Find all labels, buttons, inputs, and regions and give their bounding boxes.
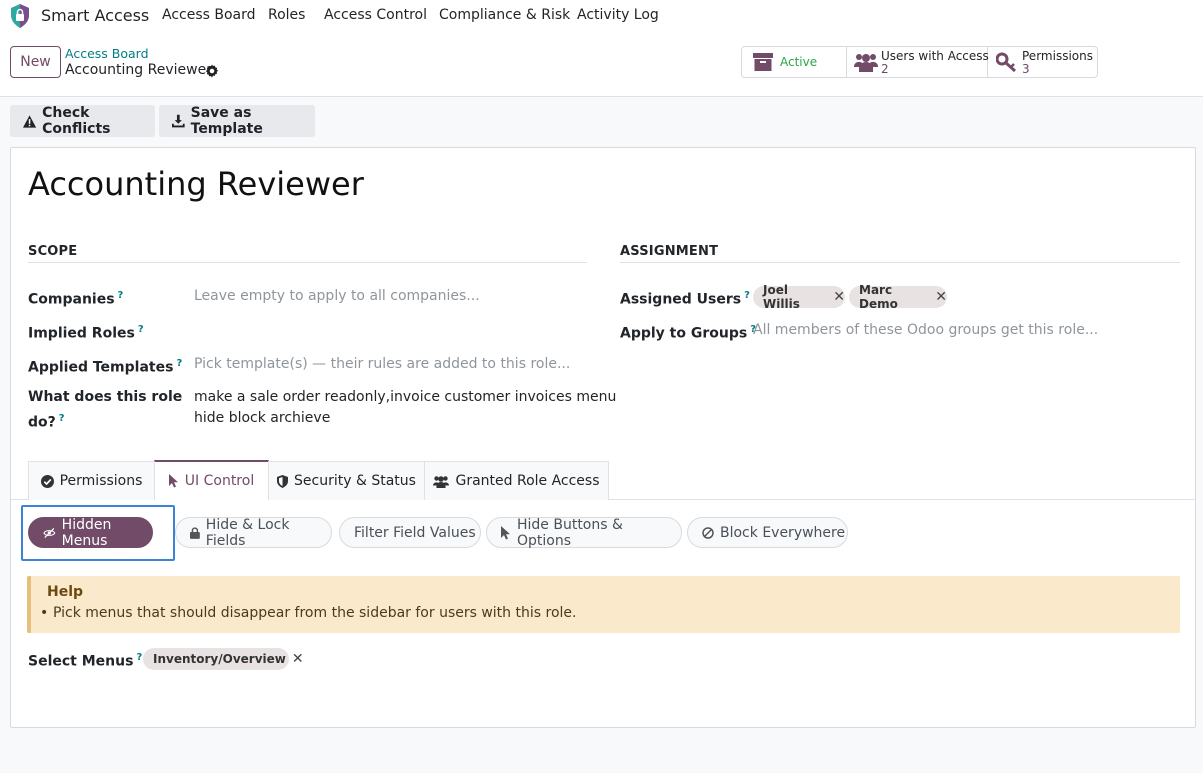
stat-active-label: Active bbox=[780, 55, 818, 69]
gear-icon[interactable] bbox=[205, 64, 219, 78]
user-tag: Joel Willis ✕ bbox=[753, 283, 845, 311]
implied-roles-label: Implied Roles? bbox=[28, 324, 144, 342]
tab-permissions-label: Permissions bbox=[59, 473, 143, 489]
pill-hide-lock-fields-label: Hide & Lock Fields bbox=[205, 516, 290, 549]
help-tooltip-icon[interactable]: ? bbox=[138, 324, 144, 335]
help-tooltip-icon[interactable]: ? bbox=[59, 413, 65, 424]
lock-icon bbox=[190, 526, 200, 539]
save-template-button[interactable]: Save as Template bbox=[159, 105, 315, 137]
archive-icon bbox=[753, 53, 773, 71]
role-title-field[interactable]: Accounting Reviewer bbox=[28, 165, 364, 203]
form-sheet: Accounting Reviewer SCOPE Companies? Lea… bbox=[10, 147, 1196, 728]
apply-groups-label: Apply to Groups? bbox=[620, 324, 757, 342]
shield-icon bbox=[277, 474, 289, 488]
nav-access-board[interactable]: Access Board bbox=[162, 7, 256, 23]
nav-roles[interactable]: Roles bbox=[268, 7, 305, 23]
pill-hide-buttons-options-label: Hide Buttons & Options bbox=[516, 516, 623, 549]
remove-tag-icon[interactable]: ✕ bbox=[833, 289, 845, 305]
companies-label: Companies? bbox=[28, 290, 124, 308]
menu-tag: Inventory/Overview ✕ bbox=[143, 648, 304, 670]
warning-icon bbox=[23, 114, 37, 128]
help-tooltip-icon[interactable]: ? bbox=[136, 652, 142, 663]
tab-permissions[interactable]: Permissions bbox=[28, 461, 155, 500]
tab-ui-control[interactable]: UI Control bbox=[154, 460, 269, 500]
help-text: Pick menus that should disappear from th… bbox=[40, 605, 576, 621]
scope-divider bbox=[28, 262, 587, 263]
nav-activity-log[interactable]: Activity Log bbox=[577, 7, 659, 23]
tab-security-status[interactable]: Security & Status bbox=[268, 461, 425, 500]
stat-permissions-label: Permissions bbox=[1022, 49, 1093, 63]
app-shield-icon[interactable] bbox=[9, 3, 31, 29]
breadcrumb-parent[interactable]: Access Board bbox=[65, 46, 149, 61]
select-menus-label: Select Menus? bbox=[28, 652, 143, 670]
pill-filter-field-values-label: Filter Field Values bbox=[354, 524, 476, 541]
download-icon bbox=[172, 114, 185, 128]
check-conflicts-label: Check Conflicts bbox=[42, 105, 111, 137]
stat-permissions-button[interactable]: Permissions 3 bbox=[988, 47, 1097, 77]
user-tag-label: Joel Willis bbox=[763, 283, 800, 311]
help-tooltip-icon[interactable]: ? bbox=[744, 290, 750, 301]
stat-users-button[interactable]: Users with Access 2 bbox=[847, 47, 989, 77]
remove-tag-icon[interactable]: ✕ bbox=[292, 651, 304, 667]
companies-input[interactable]: Leave empty to apply to all companies... bbox=[194, 288, 480, 304]
assignment-divider bbox=[620, 262, 1180, 263]
stat-buttons: Active Users with Access 2 Permissions 3 bbox=[741, 46, 1098, 78]
tab-security-status-label: Security & Status bbox=[294, 473, 416, 489]
users-icon bbox=[433, 475, 450, 488]
applied-templates-input[interactable]: Pick template(s) — their rules are added… bbox=[194, 356, 570, 372]
breadcrumb-current: Accounting Reviewer bbox=[65, 62, 212, 78]
ban-icon bbox=[702, 526, 714, 539]
assignment-heading: ASSIGNMENT bbox=[620, 244, 719, 259]
new-button[interactable]: New bbox=[10, 46, 61, 78]
top-navbar: Smart Access Access Board Roles Access C… bbox=[0, 0, 1203, 32]
save-template-label: Save as Template bbox=[190, 105, 263, 137]
help-tooltip-icon[interactable]: ? bbox=[118, 290, 124, 301]
pill-hide-lock-fields[interactable]: Hide & Lock Fields bbox=[175, 516, 332, 549]
pill-hide-buttons-options[interactable]: Hide Buttons & Options bbox=[486, 516, 682, 549]
app-name[interactable]: Smart Access bbox=[41, 6, 149, 25]
stat-active-button[interactable]: Active bbox=[742, 47, 847, 77]
help-alert: Help Pick menus that should disappear fr… bbox=[27, 576, 1180, 633]
stat-users-value: 2 bbox=[881, 62, 889, 76]
tab-ui-control-label: UI Control bbox=[184, 473, 255, 489]
applied-templates-label: Applied Templates? bbox=[28, 358, 183, 376]
help-tooltip-icon[interactable]: ? bbox=[176, 358, 182, 369]
role-description-field[interactable]: make a sale order readonly,invoice custo… bbox=[194, 387, 616, 429]
help-title: Help bbox=[47, 584, 84, 600]
stat-permissions-value: 3 bbox=[1022, 62, 1030, 76]
role-description-label: What does this role do?? bbox=[28, 389, 183, 431]
control-panel: New Access Board Accounting Reviewer Act… bbox=[0, 32, 1203, 97]
menu-tag-label: Inventory/Overview bbox=[153, 652, 286, 666]
tab-granted-role-access-label: Granted Role Access bbox=[455, 473, 600, 489]
apply-groups-input[interactable]: All members of these Odoo groups get thi… bbox=[753, 322, 1098, 338]
users-icon bbox=[854, 54, 878, 72]
user-tag: Marc Demo ✕ bbox=[849, 283, 947, 311]
tab-granted-role-access[interactable]: Granted Role Access bbox=[424, 461, 609, 500]
remove-tag-icon[interactable]: ✕ bbox=[935, 289, 947, 305]
nav-access-control[interactable]: Access Control bbox=[324, 7, 427, 23]
scope-heading: SCOPE bbox=[28, 244, 78, 259]
assigned-users-label: Assigned Users? bbox=[620, 290, 750, 308]
user-tag-label: Marc Demo bbox=[859, 283, 898, 311]
pill-block-everywhere[interactable]: Block Everywhere bbox=[687, 517, 848, 548]
check-circle-icon bbox=[40, 474, 54, 488]
pointer-icon bbox=[501, 525, 510, 539]
key-icon bbox=[996, 52, 1017, 72]
pointer-icon bbox=[168, 474, 178, 488]
nav-compliance-risk[interactable]: Compliance & Risk bbox=[439, 7, 570, 23]
check-conflicts-button[interactable]: Check Conflicts bbox=[10, 105, 155, 137]
focus-highlight bbox=[21, 505, 175, 561]
pill-filter-field-values[interactable]: Filter Field Values bbox=[339, 517, 481, 548]
pill-block-everywhere-label: Block Everywhere bbox=[720, 524, 846, 541]
stat-users-label: Users with Access bbox=[881, 49, 989, 63]
